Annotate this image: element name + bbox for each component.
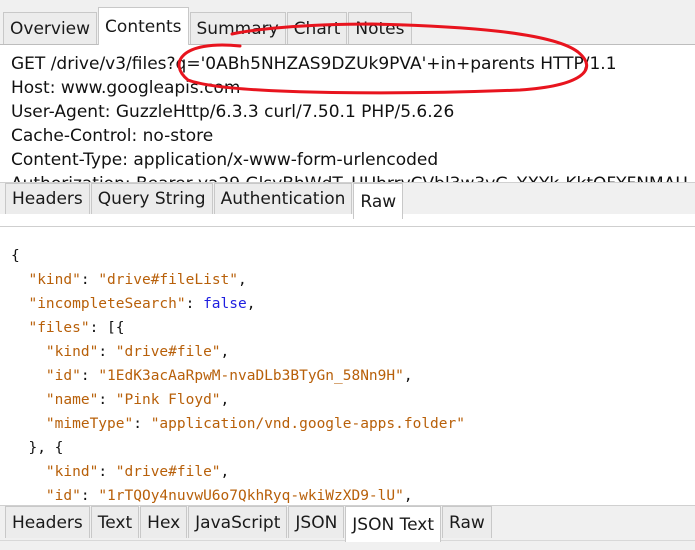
response-tab-javascript[interactable]: JavaScript (188, 506, 288, 538)
request-tab-bar: Headers Query String Authentication Raw (0, 182, 695, 219)
top-tab-bar: Overview Contents Summary Chart Notes (0, 0, 695, 45)
json-line: "incompleteSearch": false, (28, 296, 256, 312)
request-header-host: Host: www.googleapis.com (11, 78, 241, 98)
request-line: GET /drive/v3/files?q='0ABh5NHZAS9DZUk9P… (11, 54, 617, 74)
json-line: { (11, 248, 20, 264)
json-line: "kind": "drive#file", (45, 464, 230, 480)
response-tab-headers[interactable]: Headers (5, 506, 90, 538)
request-tab-headers[interactable]: Headers (5, 183, 90, 214)
request-tab-query-string[interactable]: Query String (90, 183, 213, 214)
json-line: "id": "1EdK3acAaRpwM-nvaDLb3BTyGn_58Nn9H… (45, 368, 413, 384)
json-line: }, { (28, 440, 64, 456)
response-tab-json-text[interactable]: JSON Text (345, 506, 441, 542)
json-line: "mimeType": "application/vnd.google-apps… (45, 416, 465, 432)
response-json-panel[interactable]: { "kind": "drive#fileList", "incompleteS… (0, 226, 695, 505)
json-line: "name": "Pink Floyd", (45, 392, 230, 408)
response-tab-raw[interactable]: Raw (442, 506, 492, 538)
tab-overview[interactable]: Overview (3, 12, 98, 44)
json-line: "kind": "drive#file", (45, 344, 230, 360)
response-tab-text[interactable]: Text (90, 506, 140, 538)
tab-notes[interactable]: Notes (348, 12, 412, 44)
request-tab-authentication[interactable]: Authentication (213, 183, 353, 214)
response-tab-bar: Headers Text Hex JavaScript JSON JSON Te… (0, 505, 695, 542)
request-header-user-agent: User-Agent: GuzzleHttp/6.3.3 curl/7.50.1… (11, 102, 455, 122)
json-line: "id": "1rTQOy4nuvwU6o7QkhRyq-wkiWzXD9-lU… (45, 488, 413, 504)
request-raw-panel[interactable]: GET /drive/v3/files?q='0ABh5NHZAS9DZUk9P… (0, 45, 695, 182)
request-header-authorization: Authorization: Bearer ya29.GlsyBhWdT_UUh… (11, 172, 695, 182)
request-tab-raw[interactable]: Raw (353, 183, 404, 219)
tab-contents[interactable]: Contents (98, 7, 189, 45)
response-tab-hex[interactable]: Hex (140, 506, 188, 538)
request-header-content-type: Content-Type: application/x-www-form-url… (11, 150, 439, 170)
json-line: "kind": "drive#fileList", (28, 272, 247, 288)
request-header-cache-control: Cache-Control: no-store (11, 126, 214, 146)
response-tab-json[interactable]: JSON (288, 506, 345, 538)
json-line: "files": [{ (28, 320, 125, 336)
tab-chart[interactable]: Chart (286, 12, 348, 44)
tab-summary[interactable]: Summary (189, 12, 286, 44)
